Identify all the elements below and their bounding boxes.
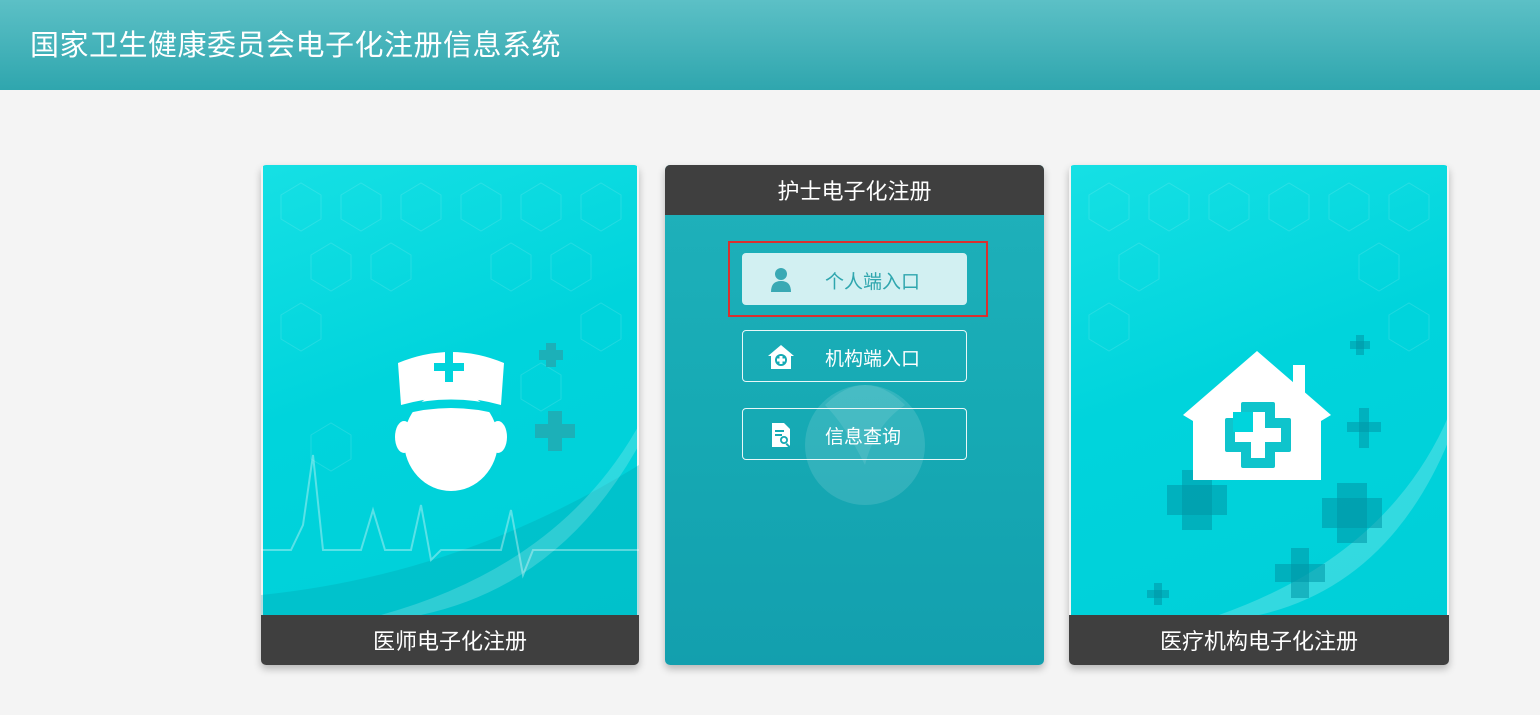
personal-entry-button[interactable]: 个人端入口: [742, 253, 967, 305]
doctor-registration-label[interactable]: 医师电子化注册: [261, 615, 639, 665]
institution-entry-label: 机构端入口: [825, 348, 921, 370]
doctor-illustration: [261, 182, 639, 615]
app-title: 国家卫生健康委员会电子化注册信息系统: [30, 28, 562, 62]
medical-institution-registration-label[interactable]: 医疗机构电子化注册: [1069, 615, 1449, 665]
hospital-plus-icon: [768, 345, 794, 369]
doctor-registration-card[interactable]: 医师电子化注册: [261, 165, 639, 665]
medical-institution-registration-card[interactable]: 医疗机构电子化注册: [1069, 165, 1449, 665]
personal-entry-label: 个人端入口: [825, 271, 921, 293]
nurse-registration-title: 护士电子化注册: [665, 165, 1044, 215]
app-header: 国家卫生健康委员会电子化注册信息系统: [0, 0, 1540, 90]
document-search-icon: [772, 423, 791, 448]
nurse-registration-card: 护士电子化注册 个人端入口 机构端入口 信息查询: [665, 165, 1044, 665]
house-cross-illustration: [1088, 182, 1449, 615]
info-query-button[interactable]: 信息查询: [742, 408, 967, 460]
info-query-label: 信息查询: [825, 426, 902, 448]
person-icon: [771, 268, 791, 292]
institution-entry-button[interactable]: 机构端入口: [742, 330, 967, 382]
